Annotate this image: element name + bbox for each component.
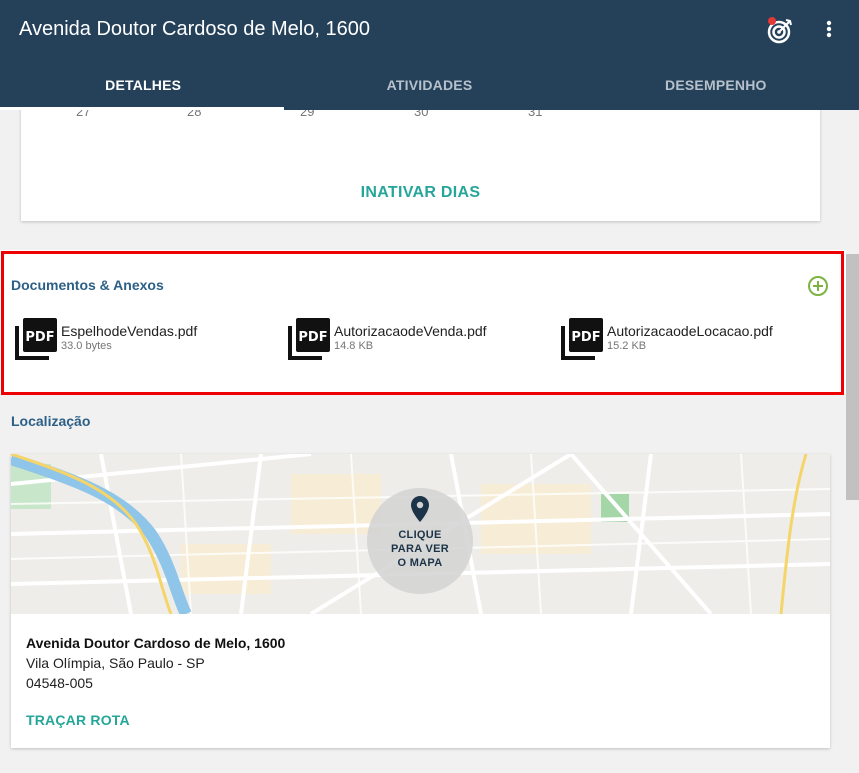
document-item[interactable]: PDF EspelhodeVendas.pdf 33.0 bytes — [15, 316, 275, 362]
location-card: CLIQUE PARA VER O MAPA Avenida Doutor Ca… — [11, 454, 830, 748]
pdf-icon: PDF — [561, 316, 605, 360]
document-size: 15.2 KB — [607, 340, 647, 352]
address-title: Avenida Doutor Cardoso de Melo, 1600 — [26, 635, 286, 651]
inactivate-days-button[interactable]: INATIVAR DIAS — [21, 184, 820, 202]
app-bar: Avenida Doutor Cardoso de Melo, 1600 DET… — [0, 0, 859, 110]
map-preview[interactable]: CLIQUE PARA VER O MAPA — [11, 454, 830, 614]
documents-section: Documentos & Anexos PDF EspelhodeVendas.… — [0, 250, 846, 394]
pdf-icon: PDF — [15, 316, 59, 360]
document-size: 33.0 bytes — [61, 340, 112, 352]
document-name: AutorizacaodeVenda.pdf — [334, 323, 487, 339]
tab-bar: DETALHES ATIVIDADES DESEMPENHO — [0, 60, 859, 110]
document-name: EspelhodeVendas.pdf — [61, 323, 198, 339]
page-title: Avenida Doutor Cardoso de Melo, 1600 — [19, 18, 370, 40]
documents-title: Documentos & Anexos — [11, 277, 164, 293]
address-zip: 04548-005 — [26, 675, 93, 691]
pdf-icon: PDF — [288, 316, 332, 360]
location-title: Localização — [11, 413, 91, 429]
view-map-button[interactable]: CLIQUE PARA VER O MAPA — [367, 488, 473, 594]
svg-text:PDF: PDF — [571, 330, 600, 345]
tab-detalhes[interactable]: DETALHES — [0, 60, 286, 110]
calendar-card: 27 28 29 30 31 INATIVAR DIAS — [21, 96, 820, 221]
svg-text:PDF: PDF — [25, 330, 54, 345]
scrollbar-thumb[interactable] — [846, 254, 859, 500]
tab-atividades[interactable]: ATIVIDADES — [286, 60, 572, 110]
route-button[interactable]: TRAÇAR ROTA — [26, 712, 130, 728]
document-item[interactable]: PDF AutorizacaodeLocacao.pdf 15.2 KB — [561, 316, 831, 362]
document-size: 14.8 KB — [334, 340, 374, 352]
target-icon[interactable] — [766, 16, 794, 44]
tab-indicator — [0, 107, 284, 110]
more-vert-icon[interactable] — [817, 16, 841, 44]
tab-desempenho[interactable]: DESEMPENHO — [573, 60, 859, 110]
address-line: Vila Olímpia, São Paulo - SP — [26, 655, 205, 671]
map-pin-icon — [411, 496, 429, 522]
add-circle-icon[interactable] — [807, 275, 829, 297]
svg-text:PDF: PDF — [298, 330, 327, 345]
document-item[interactable]: PDF AutorizacaodeVenda.pdf 14.8 KB — [288, 316, 548, 362]
document-name: AutorizacaodeLocacao.pdf — [607, 323, 773, 339]
view-map-label: CLIQUE PARA VER O MAPA — [390, 529, 450, 569]
